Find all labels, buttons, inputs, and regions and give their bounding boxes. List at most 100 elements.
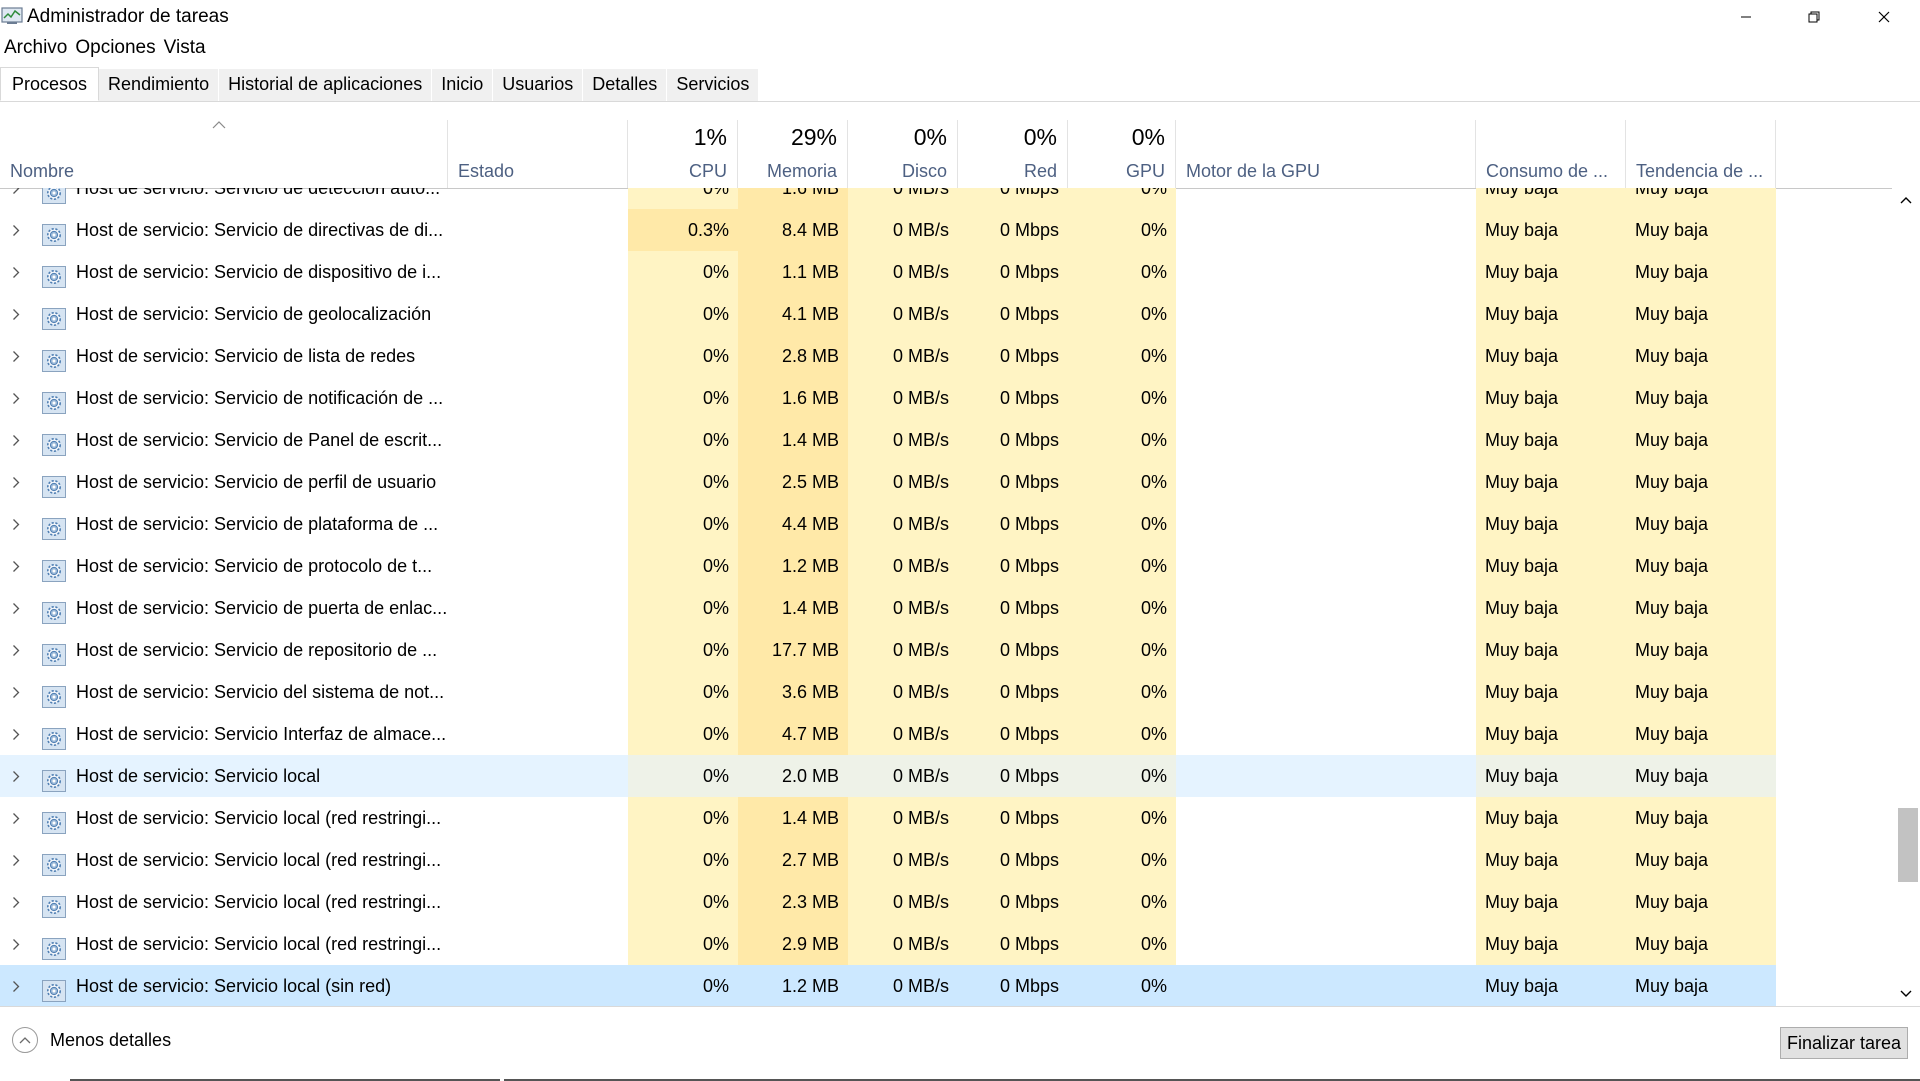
table-row[interactable]: Host de servicio: Servicio local (red re… bbox=[0, 923, 1892, 965]
cell-power-trend: Muy baja bbox=[1626, 797, 1776, 839]
cell-gpu: 0% bbox=[1068, 251, 1176, 293]
cell-gpu: 0% bbox=[1068, 335, 1176, 377]
tab-rendimiento[interactable]: Rendimiento bbox=[99, 69, 220, 101]
table-row[interactable]: Host de servicio: Servicio de detección … bbox=[0, 188, 1892, 209]
table-row[interactable]: Host de servicio: Servicio de dispositiv… bbox=[0, 251, 1892, 293]
vertical-scrollbar[interactable] bbox=[1892, 188, 1920, 1006]
cell-cpu: 0.3% bbox=[628, 209, 738, 251]
cell-gpu: 0% bbox=[1068, 503, 1176, 545]
minimize-button[interactable] bbox=[1712, 0, 1780, 34]
expand-chevron-icon[interactable] bbox=[12, 839, 20, 881]
cell-power-trend: Muy baja bbox=[1626, 461, 1776, 503]
column-header-disco[interactable]: 0% Disco bbox=[848, 120, 958, 188]
expand-chevron-icon[interactable] bbox=[12, 965, 20, 1006]
expand-chevron-icon[interactable] bbox=[12, 335, 20, 377]
cell-disk: 0 MB/s bbox=[848, 881, 958, 923]
menu-archivo[interactable]: Archivo bbox=[0, 34, 71, 64]
expand-chevron-icon[interactable] bbox=[12, 923, 20, 965]
menu-vista[interactable]: Vista bbox=[160, 34, 210, 64]
expand-chevron-icon[interactable] bbox=[12, 755, 20, 797]
table-row[interactable]: Host de servicio: Servicio de geolocaliz… bbox=[0, 293, 1892, 335]
scrollbar-thumb[interactable] bbox=[1898, 808, 1918, 882]
cell-disk: 0 MB/s bbox=[848, 377, 958, 419]
table-row[interactable]: Host de servicio: Servicio de repositori… bbox=[0, 629, 1892, 671]
expand-chevron-icon[interactable] bbox=[12, 377, 20, 419]
cell-cpu: 0% bbox=[628, 587, 738, 629]
tab-usuarios[interactable]: Usuarios bbox=[493, 69, 584, 101]
cell-disk: 0 MB/s bbox=[848, 545, 958, 587]
service-gear-icon bbox=[42, 555, 66, 582]
table-row[interactable]: Host de servicio: Servicio de directivas… bbox=[0, 209, 1892, 251]
table-row[interactable]: Host de servicio: Servicio de lista de r… bbox=[0, 335, 1892, 377]
end-task-button[interactable]: Finalizar tarea bbox=[1780, 1027, 1908, 1059]
column-header-memoria[interactable]: 29% Memoria bbox=[738, 120, 848, 188]
scroll-up-button[interactable] bbox=[1892, 188, 1920, 212]
cell-cpu: 0% bbox=[628, 755, 738, 797]
expand-chevron-icon[interactable] bbox=[12, 503, 20, 545]
chevron-up-circle-icon bbox=[12, 1027, 38, 1053]
tab-servicios[interactable]: Servicios bbox=[667, 69, 760, 101]
expand-chevron-icon[interactable] bbox=[12, 587, 20, 629]
column-header-tendencia[interactable]: Tendencia de ... bbox=[1626, 120, 1776, 188]
tab-detalles[interactable]: Detalles bbox=[583, 69, 668, 101]
cell-cpu: 0% bbox=[628, 629, 738, 671]
expand-chevron-icon[interactable] bbox=[12, 881, 20, 923]
tab-historial-aplicaciones[interactable]: Historial de aplicaciones bbox=[219, 69, 433, 101]
expand-chevron-icon[interactable] bbox=[12, 293, 20, 335]
table-row[interactable]: Host de servicio: Servicio local (red re… bbox=[0, 881, 1892, 923]
column-header-nombre[interactable]: Nombre bbox=[0, 120, 448, 188]
cell-gpu: 0% bbox=[1068, 377, 1176, 419]
cell-gpu: 0% bbox=[1068, 209, 1176, 251]
tab-procesos[interactable]: Procesos bbox=[0, 67, 100, 101]
close-button[interactable] bbox=[1850, 0, 1918, 34]
expand-chevron-icon[interactable] bbox=[12, 713, 20, 755]
service-gear-icon bbox=[42, 891, 66, 918]
cell-name: Host de servicio: Servicio local bbox=[0, 755, 628, 797]
less-details-button[interactable]: Menos detalles bbox=[12, 1027, 171, 1053]
column-header-estado[interactable]: Estado bbox=[448, 120, 628, 188]
column-header-cpu[interactable]: 1% CPU bbox=[628, 120, 738, 188]
cell-power-trend: Muy baja bbox=[1626, 713, 1776, 755]
process-name: Host de servicio: Servicio de puerta de … bbox=[76, 598, 448, 618]
expand-chevron-icon[interactable] bbox=[12, 188, 20, 209]
column-header-gpu[interactable]: 0% GPU bbox=[1068, 120, 1176, 188]
cell-disk: 0 MB/s bbox=[848, 335, 958, 377]
expand-chevron-icon[interactable] bbox=[12, 629, 20, 671]
process-name: Host de servicio: Servicio local (red re… bbox=[76, 934, 442, 954]
table-row[interactable]: Host de servicio: Servicio de perfil de … bbox=[0, 461, 1892, 503]
cell-memory: 2.9 MB bbox=[738, 923, 848, 965]
column-header-red[interactable]: 0% Red bbox=[958, 120, 1068, 188]
table-row[interactable]: Host de servicio: Servicio de puerta de … bbox=[0, 587, 1892, 629]
restore-button[interactable] bbox=[1780, 0, 1848, 34]
table-row[interactable]: Host de servicio: Servicio de plataforma… bbox=[0, 503, 1892, 545]
cell-power: Muy baja bbox=[1476, 503, 1626, 545]
cell-power-trend: Muy baja bbox=[1626, 251, 1776, 293]
expand-chevron-icon[interactable] bbox=[12, 461, 20, 503]
column-header-motor-gpu[interactable]: Motor de la GPU bbox=[1176, 120, 1476, 188]
table-row[interactable]: Host de servicio: Servicio local 0% 2.0 MB… bbox=[0, 755, 1892, 797]
table-row[interactable]: Host de servicio: Servicio del sistema d… bbox=[0, 671, 1892, 713]
column-header-consumo[interactable]: Consumo de ... bbox=[1476, 120, 1626, 188]
table-row[interactable]: Host de servicio: Servicio de notificaci… bbox=[0, 377, 1892, 419]
table-row[interactable]: Host de servicio: Servicio local (sin re… bbox=[0, 965, 1892, 1006]
expand-chevron-icon[interactable] bbox=[12, 797, 20, 839]
menu-opciones[interactable]: Opciones bbox=[71, 34, 159, 64]
process-name: Host de servicio: Servicio de notificaci… bbox=[76, 388, 444, 408]
expand-chevron-icon[interactable] bbox=[12, 419, 20, 461]
table-row[interactable]: Host de servicio: Servicio local (red re… bbox=[0, 797, 1892, 839]
cell-power-trend: Muy baja bbox=[1626, 755, 1776, 797]
cell-gpu-engine bbox=[1176, 251, 1476, 293]
expand-chevron-icon[interactable] bbox=[12, 545, 20, 587]
table-row[interactable]: Host de servicio: Servicio local (red re… bbox=[0, 839, 1892, 881]
cell-name: Host de servicio: Servicio de plataforma… bbox=[0, 503, 628, 545]
table-row[interactable]: Host de servicio: Servicio Interfaz de a… bbox=[0, 713, 1892, 755]
table-row[interactable]: Host de servicio: Servicio de Panel de e… bbox=[0, 419, 1892, 461]
scroll-down-button[interactable] bbox=[1892, 982, 1920, 1006]
expand-chevron-icon[interactable] bbox=[12, 251, 20, 293]
cell-network: 0 Mbps bbox=[958, 293, 1068, 335]
table-row[interactable]: Host de servicio: Servicio de protocolo … bbox=[0, 545, 1892, 587]
cell-gpu: 0% bbox=[1068, 713, 1176, 755]
expand-chevron-icon[interactable] bbox=[12, 671, 20, 713]
expand-chevron-icon[interactable] bbox=[12, 209, 20, 251]
tab-inicio[interactable]: Inicio bbox=[432, 69, 494, 101]
